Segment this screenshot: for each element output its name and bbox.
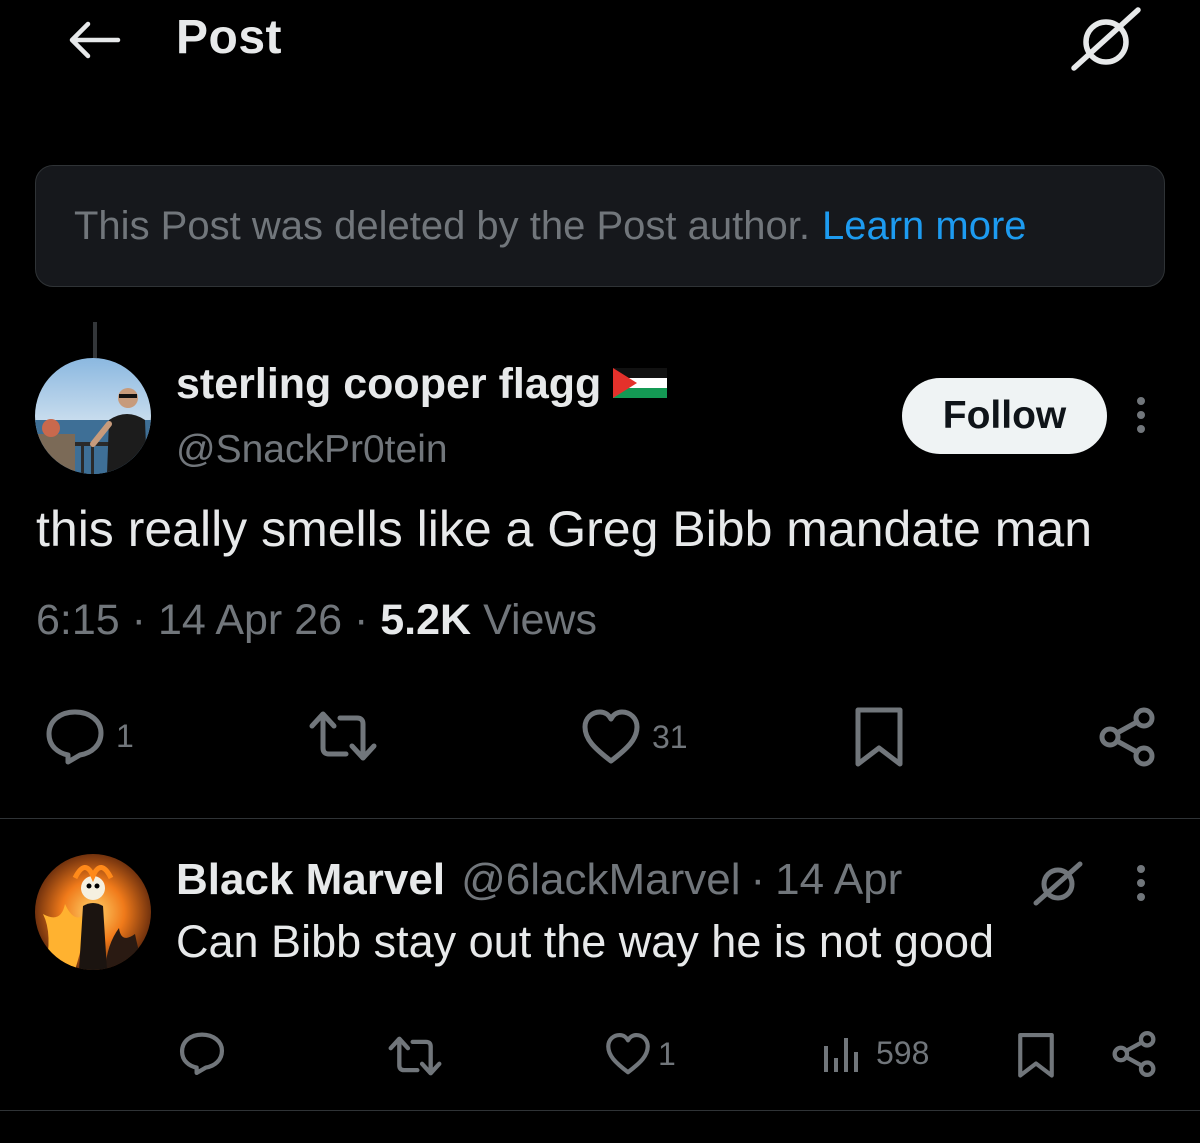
reply-bookmark-button[interactable]: [1016, 1032, 1056, 1080]
divider: [0, 818, 1200, 819]
post-meta: 6:15 · 14 Apr 26 · 5.2K Views: [36, 596, 597, 645]
reply-avatar-image: [35, 854, 151, 970]
views-label: Views: [483, 596, 597, 644]
reply-header: Black Marvel @6lackMarvel · 14 Apr: [176, 855, 902, 905]
reply-like-count: 1: [658, 1035, 676, 1072]
grok-icon: [1071, 7, 1141, 71]
post-time[interactable]: 6:15: [36, 596, 120, 644]
author-display-name: sterling cooper flagg: [176, 360, 602, 408]
post-text: this really smells like a Greg Bibb mand…: [36, 501, 1093, 557]
grok-icon: [1033, 861, 1083, 906]
reply-share-button[interactable]: [1110, 1030, 1158, 1078]
reply-text: Can Bibb stay out the way he is not good: [176, 916, 995, 967]
palestine-flag-icon: [613, 360, 668, 409]
bookmark-icon: [855, 707, 903, 767]
page-title: Post: [176, 11, 283, 64]
reply-reply-button[interactable]: [178, 1030, 226, 1076]
share-icon: [1099, 707, 1155, 767]
top-bar: Post: [0, 0, 1200, 80]
like-button[interactable]: 31: [580, 708, 688, 766]
share-button[interactable]: [1096, 706, 1158, 768]
separator: ·: [353, 596, 381, 644]
post-date[interactable]: 14 Apr 26: [158, 596, 342, 644]
repost-button[interactable]: [306, 708, 380, 764]
back-button[interactable]: [64, 14, 124, 66]
more-options-button[interactable]: [1126, 392, 1156, 438]
bookmark-button[interactable]: [854, 706, 904, 770]
reply-repost-button[interactable]: [386, 1034, 444, 1078]
divider: [0, 1110, 1200, 1111]
share-icon: [1112, 1030, 1156, 1078]
reply-icon: [179, 1032, 225, 1076]
reply-display-name[interactable]: Black Marvel: [176, 855, 445, 905]
heart-icon: [606, 1032, 650, 1075]
learn-more-link[interactable]: Learn more: [822, 204, 1027, 249]
avatar-photo: [35, 358, 151, 474]
reply-button[interactable]: 1: [44, 706, 134, 766]
heart-icon: [582, 709, 640, 764]
author-name[interactable]: sterling cooper flagg: [176, 360, 668, 409]
analytics-icon: [824, 1038, 858, 1072]
reply-handle[interactable]: @6lackMarvel: [461, 855, 740, 905]
notice-text: This Post was deleted by the Post author…: [74, 203, 810, 248]
grok-button[interactable]: [1068, 6, 1144, 74]
more-vertical-icon: [1137, 397, 1145, 433]
like-count: 31: [652, 718, 688, 755]
reply-count: 1: [116, 717, 134, 754]
reply-icon: [46, 709, 104, 765]
follow-button[interactable]: Follow: [902, 378, 1107, 454]
reply-date[interactable]: 14 Apr: [775, 855, 902, 905]
separator: ·: [131, 596, 158, 644]
repost-icon: [388, 1036, 442, 1076]
deleted-post-notice: This Post was deleted by the Post author…: [35, 165, 1165, 287]
back-arrow-icon: [69, 21, 121, 59]
separator: ·: [750, 855, 766, 904]
reply-more-options-button[interactable]: [1126, 860, 1156, 906]
reply-avatar[interactable]: [35, 854, 151, 970]
reply-views-button[interactable]: 598: [820, 1032, 929, 1074]
more-vertical-icon: [1137, 865, 1145, 901]
author-handle[interactable]: @SnackPr0tein: [176, 428, 448, 472]
repost-icon: [309, 711, 377, 761]
bookmark-icon: [1018, 1032, 1054, 1078]
reply-grok-button[interactable]: [1030, 858, 1086, 908]
reply-views-count: 598: [876, 1034, 930, 1071]
avatar[interactable]: [35, 358, 151, 474]
views-count: 5.2K: [380, 596, 472, 644]
reply-like-button[interactable]: 1: [604, 1032, 676, 1076]
thread-line: [93, 322, 97, 358]
